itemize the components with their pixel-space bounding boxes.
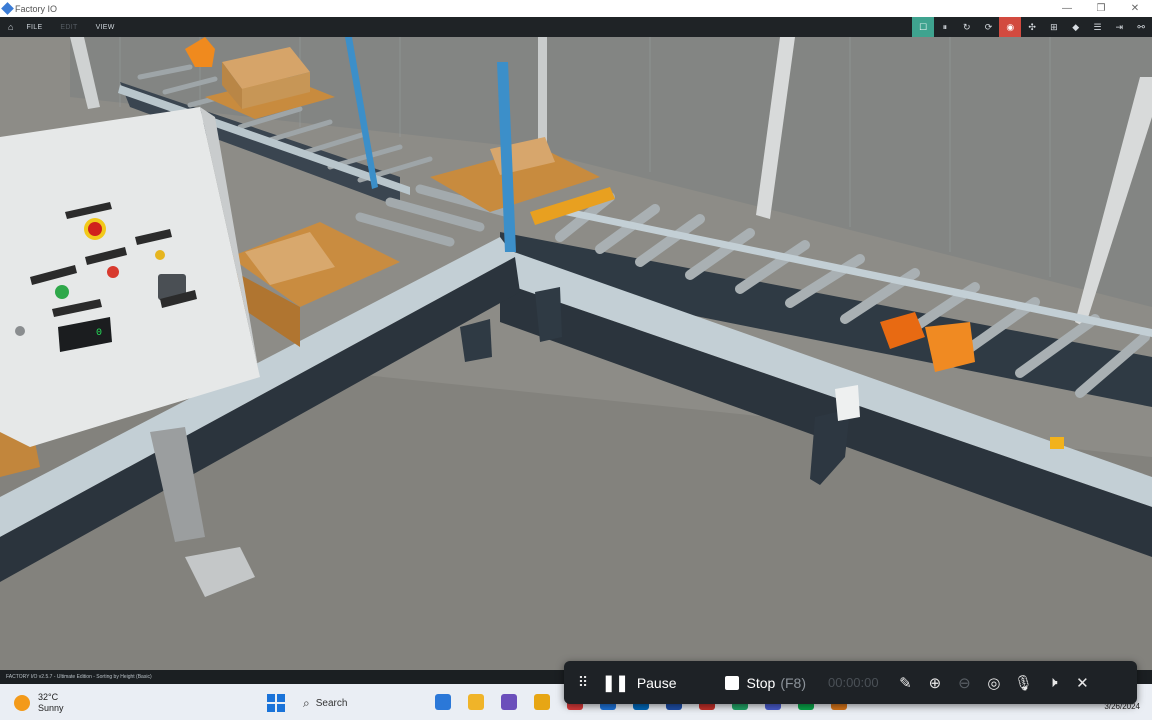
drag-handle-icon[interactable]: ⠿	[564, 674, 602, 691]
list-icon[interactable]: ☰	[1087, 17, 1109, 37]
home-icon[interactable]: ⌂	[0, 22, 17, 32]
sensor-yellow	[1050, 437, 1064, 449]
drivers-icon[interactable]: ◆	[1065, 17, 1087, 37]
zoom-in-icon[interactable]: ⊕	[920, 674, 950, 692]
weather-widget[interactable]: 32°C Sunny	[14, 692, 64, 714]
panel-screw	[15, 326, 25, 336]
fence-post	[538, 37, 547, 147]
restore-button[interactable]: ❐	[1084, 3, 1118, 14]
weather-desc: Sunny	[38, 703, 64, 713]
weather-temp: 32°C	[38, 692, 59, 702]
menu-edit[interactable]: EDIT	[51, 24, 86, 31]
warning-label	[835, 385, 860, 421]
app-toolbar: ⌂ FILE EDIT VIEW ☐ ⏸ ↻ ⟳ ◉ ✣ ⊞ ◆ ☰ ⇥ ⚯	[0, 17, 1152, 37]
pen-icon[interactable]: ✎	[891, 674, 921, 692]
reset-lamp	[155, 250, 165, 260]
close-icon[interactable]: ✕	[1068, 674, 1098, 692]
recording-timer: 00:00:00	[828, 675, 879, 690]
microphone-icon[interactable]: 🎙︎	[1009, 674, 1039, 692]
taskbar-app-icon[interactable]	[501, 694, 517, 710]
plc-icon[interactable]: ⊞	[1043, 17, 1065, 37]
dock-icon[interactable]: ⇥	[1108, 17, 1130, 37]
window-titlebar: Factory IO — ❐ ✕	[0, 0, 1152, 17]
eye-icon[interactable]: ◎	[979, 674, 1009, 692]
search-label: Search	[315, 697, 348, 709]
sun-icon	[14, 695, 30, 711]
sensor-icon[interactable]: ✣	[1021, 17, 1043, 37]
start-button	[55, 285, 69, 299]
stop-button	[107, 266, 119, 278]
taskbar-app-icon[interactable]	[468, 694, 484, 710]
speaker-icon[interactable]: 🕨︎	[1038, 674, 1068, 691]
emergency-stop-button	[88, 222, 102, 236]
taskbar-app-icon[interactable]	[435, 694, 451, 710]
pause-icon[interactable]: ❚❚	[602, 673, 629, 693]
menu-file[interactable]: FILE	[17, 24, 51, 31]
factory-scene-viewport[interactable]: 0	[0, 37, 1152, 670]
stop-button[interactable]: Stop	[747, 675, 776, 691]
taskbar-search[interactable]: ⌕ Search	[297, 692, 413, 714]
factory-io-logo-icon	[1, 2, 14, 15]
window-title: Factory IO	[15, 3, 58, 14]
close-window-button[interactable]: ✕	[1118, 3, 1152, 14]
tool-buttons: ☐ ⏸ ↻ ⟳ ◉ ✣ ⊞ ◆ ☰ ⇥ ⚯	[912, 17, 1152, 37]
restart-icon[interactable]: ⟳	[978, 17, 1000, 37]
stop-shortcut: (F8)	[780, 674, 806, 691]
stop-icon[interactable]	[724, 675, 739, 690]
link-icon[interactable]: ⚯	[1130, 17, 1152, 37]
search-icon: ⌕	[303, 695, 310, 710]
recording-toolbar: ⠿ ❚❚ Pause Stop (F8) 00:00:00 ✎ ⊕ ⊖ ◎ 🎙︎…	[564, 661, 1137, 704]
windows-start-icon[interactable]	[267, 694, 285, 712]
zoom-out-icon[interactable]: ⊖	[950, 674, 980, 692]
camera-icon[interactable]: ◉	[999, 17, 1022, 37]
minimize-button[interactable]: —	[1050, 3, 1084, 14]
select-icon[interactable]: ☐	[912, 17, 935, 37]
pause-button[interactable]: Pause	[637, 675, 677, 691]
display-value: 0	[96, 328, 102, 339]
menu-view[interactable]: VIEW	[87, 24, 124, 31]
pause-icon[interactable]: ⏸	[934, 17, 956, 37]
reset-icon[interactable]: ↻	[956, 17, 978, 37]
taskbar-app-icon[interactable]	[534, 694, 550, 710]
